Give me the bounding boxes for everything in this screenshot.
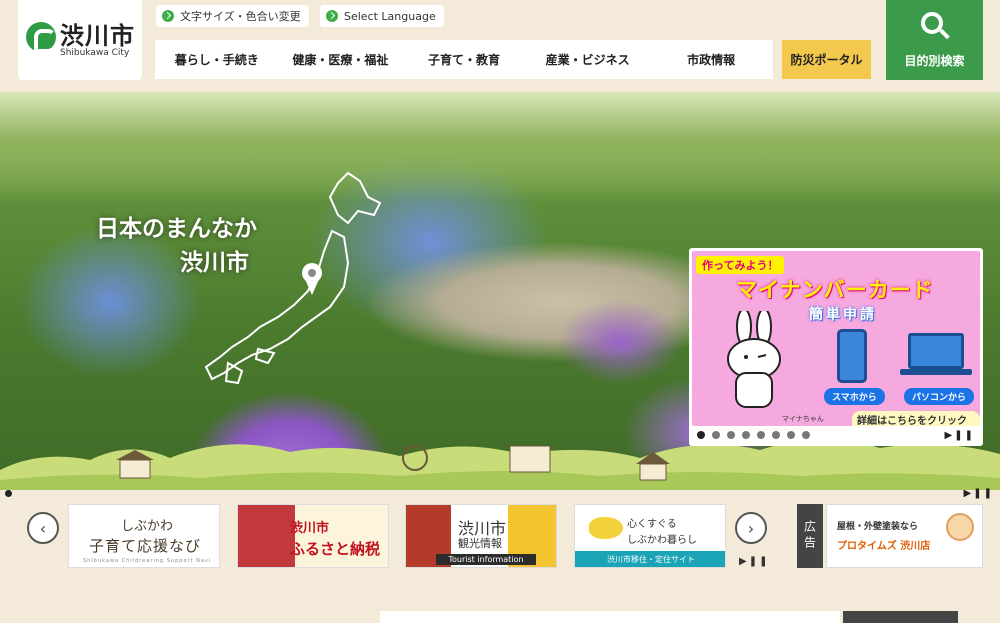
site-logo[interactable]: 渋川市 Shibukawa City bbox=[18, 0, 142, 80]
hometown-tax-banner[interactable]: 渋川市 ふるさと納税 bbox=[237, 504, 389, 568]
carousel-dot[interactable] bbox=[802, 431, 810, 439]
nav-item-industry[interactable]: 産業・ビジネス bbox=[526, 40, 650, 79]
banner-prev-button[interactable]: ‹ bbox=[27, 512, 59, 544]
content-area-top bbox=[0, 583, 1000, 623]
tourist-info-banner[interactable]: 渋川市 観光情報 Tourist information bbox=[405, 504, 557, 568]
banner-text: 心くすぐる bbox=[627, 519, 677, 530]
ad-text: プロタイムズ 渋川店 bbox=[837, 541, 931, 552]
carousel-dots[interactable] bbox=[697, 431, 810, 439]
ad-text: 屋根・外壁塗装なら bbox=[837, 522, 919, 532]
relocation-site-banner[interactable]: 心くすぐる しぶかわ暮らし 渋川市移住・定住サイト bbox=[574, 504, 726, 568]
select-language-link[interactable]: Select Language bbox=[320, 5, 444, 27]
carousel-dot[interactable] bbox=[742, 431, 750, 439]
hero-slide-dot[interactable] bbox=[5, 490, 12, 497]
arrow-circle-icon bbox=[162, 10, 174, 22]
global-nav: 暮らし・手続き 健康・医療・福祉 子育て・教育 産業・ビジネス 市政情報 bbox=[155, 40, 773, 79]
banner-text: 観光情報 bbox=[458, 537, 502, 550]
mascot-icon bbox=[946, 513, 974, 541]
disaster-portal-button[interactable]: 防災ポータル bbox=[782, 40, 871, 79]
smartphone-label: スマホから bbox=[824, 388, 885, 405]
banner-title: マイナンバーカード bbox=[736, 278, 934, 302]
banner-text: 子育て応援なび bbox=[89, 537, 202, 555]
logo-text-en: Shibukawa City bbox=[60, 48, 130, 58]
font-color-settings-label: 文字サイズ・色合い変更 bbox=[180, 10, 301, 23]
ad-banner[interactable]: 屋根・外壁塗装なら プロタイムズ 渋川店 bbox=[826, 504, 983, 568]
ad-label: 広告 bbox=[797, 504, 823, 568]
hero-play-pause-button[interactable]: ▶❚❚ bbox=[964, 488, 994, 499]
tagline-line-2: 渋川市 bbox=[180, 250, 249, 276]
carousel-dot[interactable] bbox=[697, 431, 705, 439]
banner-subtitle: 簡単申請 bbox=[809, 307, 877, 323]
carousel-dot[interactable] bbox=[727, 431, 735, 439]
logo-text-ja: 渋川市 bbox=[60, 22, 135, 50]
nav-item-health[interactable]: 健康・医療・福祉 bbox=[279, 40, 403, 79]
fish-logo-icon bbox=[589, 517, 623, 539]
mynumber-card-banner[interactable]: 作ってみよう！ マイナンバーカード 簡単申請 マイナちゃん スマホから パソコン… bbox=[692, 251, 980, 426]
nav-item-childcare[interactable]: 子育て・教育 bbox=[402, 40, 526, 79]
city-emblem-icon bbox=[26, 22, 56, 53]
hero-tagline: 日本のまんなか 渋川市 bbox=[96, 212, 257, 280]
childcare-navi-banner[interactable]: しぶかわ 子育て応援なび Shibukawa Childrearing Supp… bbox=[68, 504, 220, 568]
banner-play-pause-button[interactable]: ▶❚❚ bbox=[739, 556, 769, 567]
carousel-play-pause-button[interactable]: ▶❚❚ bbox=[945, 430, 975, 441]
banner-next-button[interactable]: › bbox=[735, 512, 767, 544]
purpose-search-button[interactable]: 目的別検索 bbox=[886, 0, 983, 80]
carousel-dot[interactable] bbox=[712, 431, 720, 439]
pc-label: パソコンから bbox=[904, 388, 975, 405]
banner-tag: 作ってみよう！ bbox=[696, 256, 785, 274]
site-header: 渋川市 Shibukawa City 文字サイズ・色合い変更 Select La… bbox=[0, 0, 1000, 92]
laptop-icon bbox=[908, 333, 964, 369]
banner-text: Shibukawa Childrearing Support Navi bbox=[83, 558, 212, 564]
font-color-settings-link[interactable]: 文字サイズ・色合い変更 bbox=[156, 5, 309, 27]
arrow-circle-icon bbox=[326, 10, 338, 22]
banner-text: ふるさと納税 bbox=[290, 540, 381, 558]
carousel-dot[interactable] bbox=[787, 431, 795, 439]
banner-text: 渋川市移住・定住サイト bbox=[575, 551, 725, 567]
hero-image: 日本のまんなか 渋川市 作ってみよう！ マイナンバーカード 簡単申請 マイナちゃ… bbox=[0, 92, 1000, 490]
banner-text: しぶかわ暮らし bbox=[627, 535, 697, 546]
character-name: マイナちゃん bbox=[782, 415, 824, 423]
nav-item-living[interactable]: 暮らし・手続き bbox=[155, 40, 279, 79]
carousel-dot[interactable] bbox=[772, 431, 780, 439]
purpose-search-label: 目的別検索 bbox=[904, 54, 965, 68]
rabbit-character-icon bbox=[727, 311, 781, 408]
carousel-dot[interactable] bbox=[757, 431, 765, 439]
banner-detail-link: 詳細はこちらをクリック⇒ bbox=[852, 411, 980, 426]
tagline-line-1: 日本のまんなか bbox=[96, 216, 257, 242]
select-language-label: Select Language bbox=[344, 9, 436, 23]
banner-strip: ▶❚❚ ‹ しぶかわ 子育て応援なび Shibukawa Childrearin… bbox=[0, 488, 1000, 583]
smartphone-icon bbox=[837, 329, 867, 383]
carousel-panel: 作ってみよう！ マイナンバーカード 簡単申請 マイナちゃん スマホから パソコン… bbox=[689, 248, 983, 446]
banner-text: Tourist information bbox=[436, 554, 536, 565]
nav-item-city-info[interactable]: 市政情報 bbox=[649, 40, 773, 79]
banner-text: 渋川市 bbox=[290, 521, 330, 536]
banner-text: しぶかわ bbox=[121, 519, 174, 534]
